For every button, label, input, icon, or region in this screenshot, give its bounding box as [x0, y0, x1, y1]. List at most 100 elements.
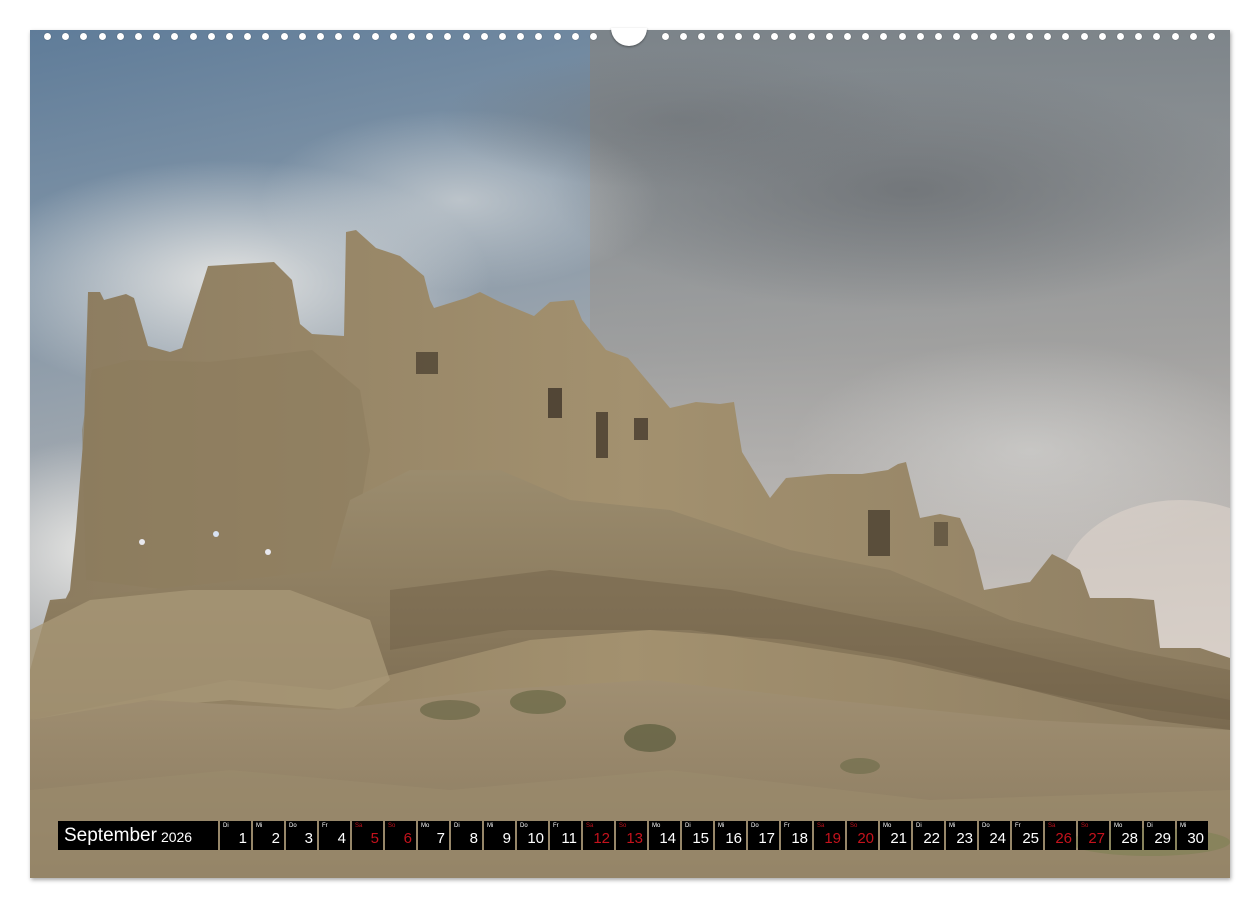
- day-number: 2: [271, 830, 280, 847]
- day-number: 28: [1121, 830, 1138, 847]
- day-number: 23: [956, 830, 973, 847]
- day-number: 20: [857, 830, 874, 847]
- binding-ring: [554, 33, 561, 40]
- hanger-notch: [611, 28, 647, 46]
- month-name: September: [64, 824, 157, 846]
- weekday-label: Mo: [421, 823, 430, 829]
- day-number: 9: [502, 830, 511, 847]
- binding-ring: [353, 33, 360, 40]
- day-cell: Do 3: [286, 821, 317, 850]
- binding-ring: [80, 33, 87, 40]
- weekday-label: Mi: [1180, 823, 1187, 829]
- day-cell: Mi 9: [484, 821, 515, 850]
- day-number: 25: [1022, 830, 1039, 847]
- binding-ring: [1208, 33, 1215, 40]
- day-number: 16: [725, 830, 742, 847]
- binding-ring: [990, 33, 997, 40]
- binding-ring: [372, 33, 379, 40]
- weekday-label: Di: [223, 823, 229, 829]
- day-number: 27: [1088, 830, 1105, 847]
- binding-ring: [971, 33, 978, 40]
- spiral-binding: [30, 28, 1230, 46]
- binding-ring: [1026, 33, 1033, 40]
- binding-ring: [299, 33, 306, 40]
- day-cell: Di 8: [451, 821, 482, 850]
- day-cell: Di 29: [1144, 821, 1175, 850]
- binding-ring: [317, 33, 324, 40]
- weekday-label: Di: [916, 823, 922, 829]
- day-number: 18: [791, 830, 808, 847]
- day-number: 11: [561, 830, 577, 847]
- weekday-label: Fr: [553, 823, 559, 829]
- weekday-label: Di: [454, 823, 460, 829]
- day-cell: Sa 26: [1045, 821, 1076, 850]
- weekday-label: Fr: [784, 823, 790, 829]
- binding-ring: [953, 33, 960, 40]
- binding-ring: [117, 33, 124, 40]
- day-number: 7: [436, 830, 445, 847]
- day-number: 4: [337, 830, 346, 847]
- day-number: 15: [692, 830, 709, 847]
- day-cell: So 27: [1078, 821, 1109, 850]
- binding-ring: [935, 33, 942, 40]
- day-cell: Mi 23: [946, 821, 977, 850]
- binding-ring: [1172, 33, 1179, 40]
- day-number: 26: [1055, 830, 1072, 847]
- day-number: 19: [824, 830, 841, 847]
- binding-ring: [208, 33, 215, 40]
- fortress-photo: [30, 30, 1230, 878]
- day-cell: Mo 28: [1111, 821, 1142, 850]
- binding-ring: [463, 33, 470, 40]
- binding-ring: [44, 33, 51, 40]
- day-number: 8: [469, 830, 478, 847]
- day-cell: Di 22: [913, 821, 944, 850]
- day-number: 6: [403, 830, 412, 847]
- binding-ring: [226, 33, 233, 40]
- day-cell: Do 17: [748, 821, 779, 850]
- binding-ring: [262, 33, 269, 40]
- binding-ring: [789, 33, 796, 40]
- day-number: 24: [989, 830, 1006, 847]
- weekday-label: So: [850, 823, 858, 829]
- binding-ring: [899, 33, 906, 40]
- binding-ring: [917, 33, 924, 40]
- binding-ring: [1153, 33, 1160, 40]
- day-number: 22: [923, 830, 940, 847]
- weekday-label: Mo: [1114, 823, 1123, 829]
- weekday-label: Mi: [256, 823, 263, 829]
- day-cell: Mi 2: [253, 821, 284, 850]
- weekday-label: Sa: [817, 823, 825, 829]
- day-cell: So 13: [616, 821, 647, 850]
- binding-ring: [153, 33, 160, 40]
- weekday-label: Do: [289, 823, 297, 829]
- binding-ring: [426, 33, 433, 40]
- day-cell: Di 1: [220, 821, 251, 850]
- day-number: 13: [626, 830, 643, 847]
- binding-ring: [572, 33, 579, 40]
- month-label: September 2026: [58, 821, 218, 850]
- day-cell: Fr 4: [319, 821, 350, 850]
- day-cell: Fr 11: [550, 821, 581, 850]
- binding-ring: [1135, 33, 1142, 40]
- day-cell: Mo 14: [649, 821, 680, 850]
- weekday-label: So: [388, 823, 396, 829]
- weekday-label: Di: [1147, 823, 1153, 829]
- day-number: 21: [890, 830, 907, 847]
- binding-ring: [826, 33, 833, 40]
- weekday-label: So: [1081, 823, 1089, 829]
- weekday-label: Mi: [487, 823, 494, 829]
- day-cell: Do 24: [979, 821, 1010, 850]
- day-cell: So 20: [847, 821, 878, 850]
- binding-ring: [171, 33, 178, 40]
- binding-ring: [1044, 33, 1051, 40]
- day-number: 10: [527, 830, 544, 847]
- binding-ring: [535, 33, 542, 40]
- day-number: 17: [758, 830, 775, 847]
- binding-ring: [499, 33, 506, 40]
- month-year: 2026: [160, 829, 193, 845]
- weekday-label: So: [619, 823, 627, 829]
- binding-ring: [1117, 33, 1124, 40]
- binding-ring: [590, 33, 597, 40]
- day-number: 29: [1154, 830, 1171, 847]
- binding-ring: [771, 33, 778, 40]
